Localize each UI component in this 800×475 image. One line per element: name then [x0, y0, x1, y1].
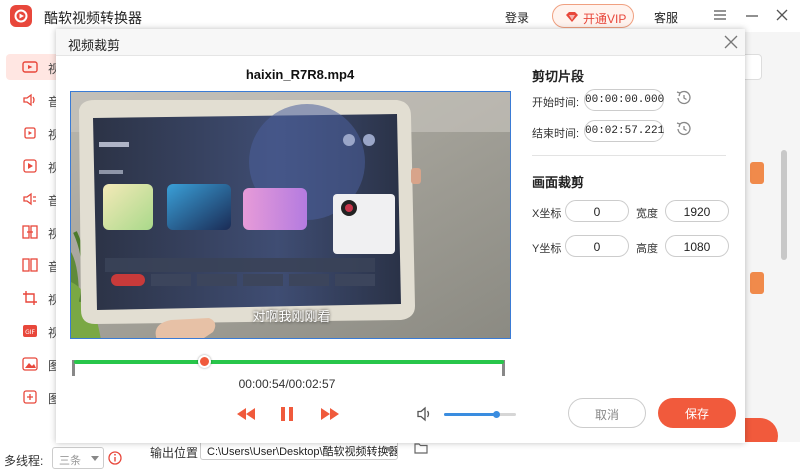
- volume-slider-handle[interactable]: [492, 411, 500, 418]
- item-settings-button[interactable]: [750, 162, 764, 184]
- audio-merge-icon: [22, 258, 38, 272]
- sidebar-item-image-compress[interactable]: 图: [6, 384, 60, 410]
- sidebar-item-video-rotate[interactable]: 视: [6, 120, 60, 146]
- segment-title: 剪切片段: [532, 69, 585, 84]
- end-time-input[interactable]: 00:02:57.221: [584, 120, 664, 142]
- file-list-background: [745, 32, 800, 442]
- video-icon: [22, 61, 38, 73]
- threads-select[interactable]: 三条: [52, 447, 104, 469]
- vip-label: 开通VIP: [583, 12, 627, 26]
- output-label: 输出位置: [150, 446, 199, 460]
- dialog-title: 视频裁剪: [68, 38, 121, 53]
- sidebar-item-video-crop[interactable]: 视: [6, 285, 60, 311]
- audio-edit-icon: [23, 192, 36, 206]
- y-label: Y坐标: [532, 243, 562, 255]
- section-divider: [532, 155, 726, 156]
- folder-icon[interactable]: [414, 442, 428, 454]
- video-edit-icon: [23, 159, 37, 173]
- volume-icon[interactable]: [416, 405, 434, 423]
- set-end-time-icon[interactable]: [674, 119, 694, 139]
- crop-icon: [23, 291, 37, 305]
- minimize-icon[interactable]: [743, 6, 761, 24]
- height-input[interactable]: 1080: [665, 235, 729, 257]
- video-subtitle: 对啊我刚刚看: [252, 309, 331, 324]
- close-icon[interactable]: [723, 34, 739, 50]
- timeline-playhead[interactable]: [198, 355, 212, 368]
- sidebar-item-audio-edit[interactable]: 音: [6, 186, 60, 212]
- chevron-down-icon: [91, 456, 99, 461]
- rewind-icon[interactable]: [236, 405, 256, 423]
- video-rotate-icon: [24, 127, 36, 139]
- video-filename: haixin_R7R8.mp4: [245, 67, 355, 82]
- crop-dialog: 视频裁剪 haixin_R7R8.mp4 对啊我刚刚看 00:00:54/00:…: [56, 29, 745, 443]
- svg-text:GIF: GIF: [25, 329, 35, 336]
- gif-icon: GIF: [23, 325, 37, 337]
- pause-icon[interactable]: [279, 405, 295, 423]
- y-input[interactable]: 0: [565, 235, 629, 257]
- start-time-label: 开始时间:: [532, 97, 580, 109]
- app-logo-icon: [10, 5, 32, 27]
- output-path-value: C:\Users\User\Desktop\酷软视频转换器: [207, 446, 398, 458]
- app-title: 酷软视频转换器: [44, 10, 142, 26]
- threads-value: 三条: [59, 455, 81, 467]
- timeline-track[interactable]: [74, 360, 504, 364]
- end-time-label: 结束时间:: [532, 128, 580, 140]
- x-input[interactable]: 0: [565, 200, 629, 222]
- bottom-bar: 多线程: 三条 输出位置 C:\Users\User\Desktop\酷软视频转…: [0, 438, 800, 475]
- video-preview[interactable]: 对啊我刚刚看: [70, 91, 511, 339]
- timecode: 00:00:54/00:02:57: [238, 377, 336, 391]
- cancel-button[interactable]: 取消: [568, 398, 646, 428]
- merge-icon: [22, 225, 38, 239]
- width-input[interactable]: 1920: [665, 200, 729, 222]
- sidebar: 视 音 视 视 音 视 音 视 GIF 视 图 图: [0, 32, 60, 442]
- width-label: 宽度: [636, 208, 658, 220]
- height-label: 高度: [636, 243, 658, 255]
- close-window-icon[interactable]: [773, 6, 791, 24]
- save-button[interactable]: 保存: [658, 398, 736, 428]
- sidebar-item-video-gif[interactable]: GIF 视: [6, 318, 60, 344]
- start-time-input[interactable]: 00:00:00.000: [584, 89, 664, 111]
- image-icon: [22, 357, 38, 371]
- menu-icon[interactable]: [711, 6, 729, 24]
- diamond-icon: [566, 12, 578, 22]
- info-icon[interactable]: [108, 451, 122, 465]
- sidebar-item-video-merge[interactable]: 视: [6, 219, 60, 245]
- service-link[interactable]: 客服: [654, 9, 678, 26]
- sidebar-item-video-edit[interactable]: 视: [6, 153, 60, 179]
- sidebar-item-audio-convert[interactable]: 音: [6, 87, 60, 113]
- volume-fill: [444, 413, 496, 416]
- threads-label: 多线程:: [4, 454, 44, 468]
- dialog-header: 视频裁剪: [56, 29, 745, 56]
- file-list-scrollbar[interactable]: [781, 150, 787, 260]
- sidebar-item-video-convert[interactable]: 视: [6, 54, 60, 80]
- chevron-down-icon: [385, 447, 393, 452]
- sidebar-item-audio-merge[interactable]: 音: [6, 252, 60, 278]
- crop-title: 画面裁剪: [532, 175, 585, 190]
- video-frame-image: [71, 92, 510, 338]
- fast-forward-icon[interactable]: [320, 405, 340, 423]
- sidebar-item-image-convert[interactable]: 图: [6, 351, 60, 377]
- image-compress-icon: [23, 390, 37, 404]
- title-bar: 酷软视频转换器 登录 开通VIP 客服: [0, 0, 800, 32]
- set-start-time-icon[interactable]: [674, 88, 694, 108]
- login-link[interactable]: 登录: [505, 9, 529, 26]
- audio-icon: [23, 93, 35, 107]
- item-settings-button[interactable]: [750, 272, 764, 294]
- vip-button[interactable]: 开通VIP: [552, 4, 634, 28]
- x-label: X坐标: [532, 208, 562, 220]
